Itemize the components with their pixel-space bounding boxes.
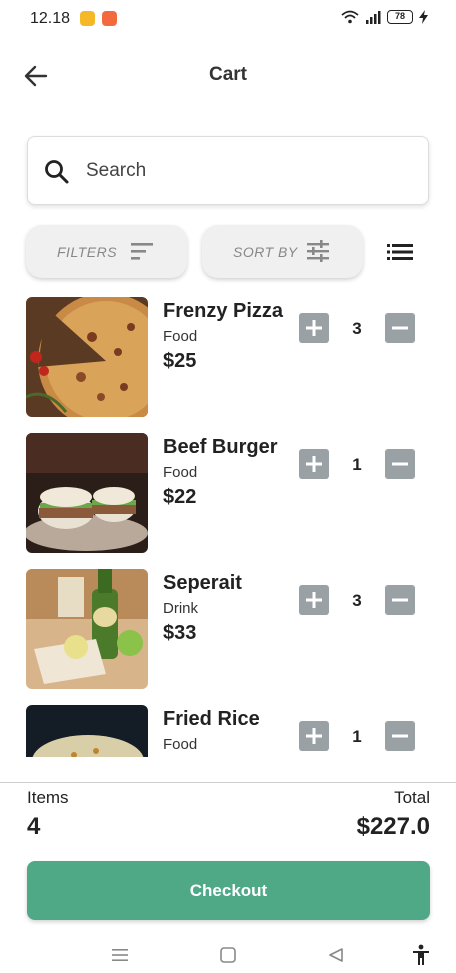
plus-icon	[306, 592, 322, 608]
cart-item: Frenzy Pizza Food $25 3	[0, 297, 456, 419]
notification-app-icon	[102, 11, 117, 26]
sort-by-label: SORT BY	[233, 243, 298, 260]
items-label: Items	[27, 788, 69, 807]
accessibility-button[interactable]	[410, 944, 432, 966]
menu-button[interactable]	[109, 944, 131, 966]
cart-item: Fried Rice Food 1	[0, 705, 456, 757]
item-quantity: 3	[352, 591, 362, 610]
plus-icon	[306, 728, 322, 744]
increase-quantity-button[interactable]	[299, 721, 329, 751]
item-quantity: 1	[352, 455, 362, 474]
home-button[interactable]	[217, 944, 239, 966]
decrease-quantity-button[interactable]	[385, 721, 415, 751]
increase-quantity-button[interactable]	[299, 585, 329, 615]
back-triangle-icon	[329, 948, 343, 962]
decrease-quantity-button[interactable]	[385, 449, 415, 479]
minus-icon	[392, 734, 408, 738]
total-value: $227.0	[356, 813, 430, 840]
item-image	[26, 569, 148, 689]
accessibility-icon	[413, 944, 429, 965]
items-count: 4	[27, 813, 41, 840]
increase-quantity-button[interactable]	[299, 449, 329, 479]
list-view-icon[interactable]	[385, 240, 415, 264]
minus-icon	[392, 326, 408, 330]
plus-icon	[306, 320, 322, 336]
status-time: 12.18	[30, 10, 71, 27]
decrease-quantity-button[interactable]	[385, 313, 415, 343]
item-name: Fried Rice	[163, 708, 260, 730]
battery-icon: 78	[387, 10, 413, 24]
item-price: $33	[163, 622, 197, 644]
minus-icon	[392, 462, 408, 466]
status-icons: 78	[341, 10, 428, 24]
search-box[interactable]	[27, 136, 429, 205]
page-title: Cart	[208, 64, 247, 85]
status-bar: 12.18 78	[0, 0, 456, 40]
item-category: Drink	[163, 600, 199, 617]
signal-icon	[366, 11, 381, 24]
filter-row: FILTERS SORT BY	[0, 225, 456, 280]
search-icon	[45, 160, 69, 184]
item-name: Beef Burger	[163, 436, 278, 458]
system-nav-bar	[0, 940, 456, 973]
cart-list: Frenzy Pizza Food $25 3 Beef Burger Food…	[0, 297, 456, 757]
filters-label: FILTERS	[57, 243, 118, 260]
home-square-icon	[220, 947, 236, 963]
item-category: Food	[163, 736, 198, 753]
item-quantity: 1	[352, 727, 362, 746]
item-image	[26, 297, 148, 417]
system-back-button[interactable]	[325, 944, 347, 966]
item-image	[26, 433, 148, 553]
cart-item: Beef Burger Food $22 1	[0, 433, 456, 555]
item-category: Food	[163, 464, 198, 481]
sliders-icon	[307, 240, 329, 262]
item-name: Seperait	[163, 572, 242, 594]
item-price: $22	[163, 486, 197, 508]
item-category: Food	[163, 328, 198, 345]
checkout-button[interactable]: Checkout	[27, 861, 430, 920]
decrease-quantity-button[interactable]	[385, 585, 415, 615]
item-name: Frenzy Pizza	[163, 300, 284, 322]
menu-icon	[112, 949, 128, 961]
sort-by-button[interactable]: SORT BY	[202, 225, 363, 278]
item-quantity: 3	[352, 319, 362, 338]
minus-icon	[392, 598, 408, 602]
total-label: Total	[394, 788, 430, 807]
notification-app-icon	[80, 11, 95, 26]
wifi-icon	[341, 10, 359, 24]
plus-icon	[306, 456, 322, 472]
item-price: $25	[163, 350, 197, 372]
cart-item: Seperait Drink $33 3	[0, 569, 456, 691]
search-input[interactable]	[86, 155, 406, 187]
filter-lines-icon	[131, 243, 153, 260]
filters-button[interactable]: FILTERS	[26, 225, 187, 278]
app-bar: Cart	[0, 50, 456, 100]
charging-icon	[419, 10, 428, 24]
item-image	[26, 705, 148, 757]
increase-quantity-button[interactable]	[299, 313, 329, 343]
divider	[0, 782, 456, 783]
